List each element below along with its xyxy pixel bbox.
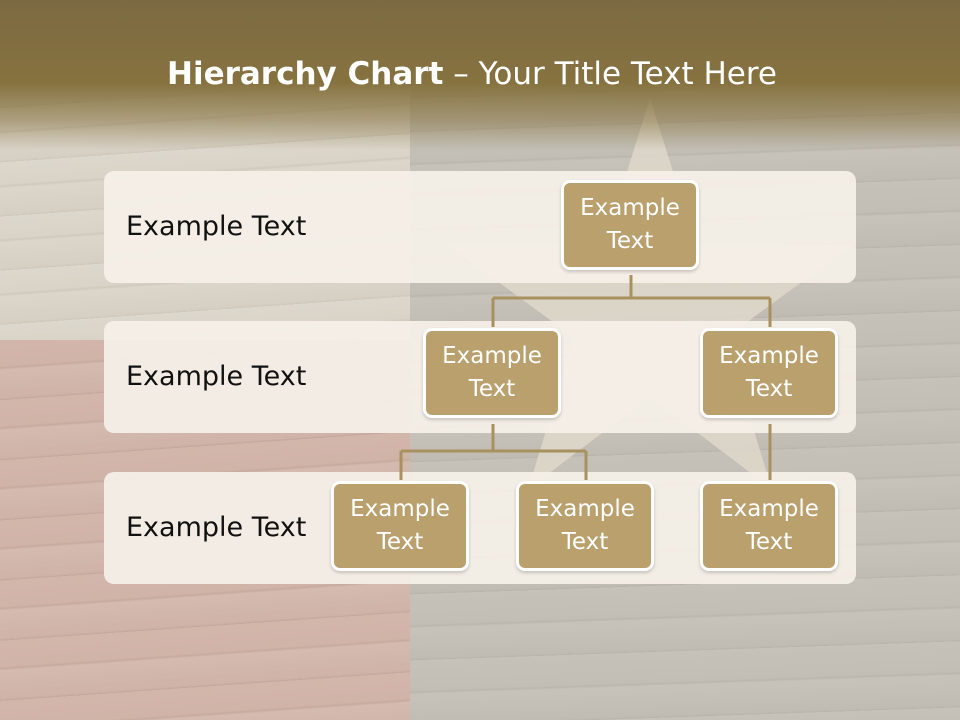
- node-level3-a[interactable]: Example Text: [331, 481, 469, 571]
- node-level2-right[interactable]: Example Text: [700, 328, 838, 418]
- node-level3-a-text: Example Text: [350, 496, 450, 555]
- node-level3-b[interactable]: Example Text: [516, 481, 654, 571]
- node-level2-right-text: Example Text: [719, 343, 819, 402]
- node-level2-left-text: Example Text: [442, 343, 542, 402]
- node-level3-b-text: Example Text: [535, 496, 635, 555]
- node-root[interactable]: Example Text: [561, 180, 699, 270]
- node-root-text: Example Text: [580, 195, 680, 254]
- slide: Hierarchy Chart – Your Title Text Here E…: [0, 0, 960, 720]
- node-level3-c-text: Example Text: [719, 496, 819, 555]
- node-level3-c[interactable]: Example Text: [700, 481, 838, 571]
- node-level2-left[interactable]: Example Text: [423, 328, 561, 418]
